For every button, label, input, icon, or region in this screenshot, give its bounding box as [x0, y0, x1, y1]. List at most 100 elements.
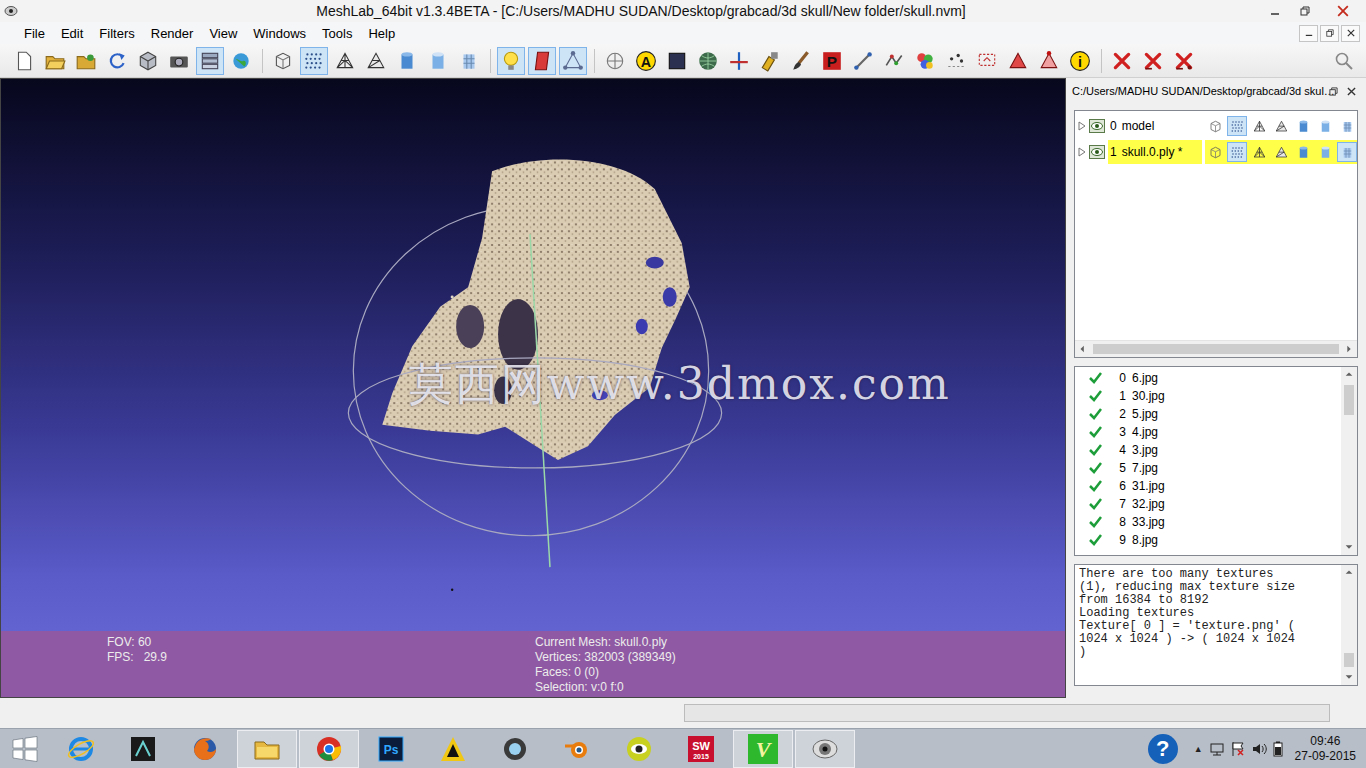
check-icon[interactable]	[1089, 516, 1102, 528]
render-mode-button[interactable]	[1249, 142, 1269, 162]
scroll-thumb[interactable]	[1093, 344, 1339, 354]
check-icon[interactable]	[1089, 426, 1102, 438]
toolbar-button[interactable]	[1108, 47, 1136, 75]
toolbar-button[interactable]	[134, 47, 162, 75]
toolbar-button[interactable]	[1139, 47, 1167, 75]
toolbar-button[interactable]	[196, 47, 224, 75]
toolbar-button[interactable]	[725, 47, 753, 75]
toolbar-button[interactable]	[1035, 47, 1063, 75]
toolbar-button[interactable]	[72, 47, 100, 75]
scene[interactable]: 莫西网www.3dmox.com	[1, 79, 1065, 631]
dock-float-button[interactable]	[1326, 80, 1340, 102]
toolbar-button[interactable]	[528, 47, 556, 75]
raster-row[interactable]: 130.jpg	[1075, 387, 1341, 405]
menu-item[interactable]: Filters	[91, 24, 142, 43]
check-icon[interactable]	[1089, 372, 1102, 384]
taskbar-app[interactable]: Ps	[361, 730, 421, 768]
render-mode-button[interactable]	[1205, 142, 1225, 162]
horizontal-scrollbar[interactable]	[1075, 340, 1357, 357]
toolbar-button[interactable]	[787, 47, 815, 75]
taskbar-app[interactable]	[51, 730, 111, 768]
toolbar-button[interactable]	[694, 47, 722, 75]
show-hidden-icons-button[interactable]: ▲	[1194, 744, 1203, 754]
toolbar-button[interactable]	[601, 47, 629, 75]
render-mode-button[interactable]	[1293, 116, 1313, 136]
mesh-view[interactable]	[1, 79, 1065, 631]
taskbar-app[interactable]	[795, 730, 855, 768]
viewport[interactable]: 莫西网www.3dmox.comFOV: 60FPS: 29.9Current …	[0, 78, 1066, 698]
vertical-scrollbar[interactable]	[1341, 367, 1357, 555]
check-icon[interactable]	[1089, 462, 1102, 474]
render-mode-button[interactable]	[1271, 142, 1291, 162]
render-mode-button[interactable]	[1337, 116, 1357, 136]
toolbar-button[interactable]	[165, 47, 193, 75]
search-button[interactable]	[1330, 47, 1358, 75]
help-button[interactable]: ?	[1148, 734, 1178, 764]
check-icon[interactable]	[1089, 444, 1102, 456]
doc-minimize-button[interactable]	[1299, 25, 1318, 42]
toolbar-button[interactable]	[41, 47, 69, 75]
check-icon[interactable]	[1089, 408, 1102, 420]
toolbar-button[interactable]	[497, 47, 525, 75]
render-mode-button[interactable]	[1205, 116, 1225, 136]
clock[interactable]: 09:4627-09-2015	[1289, 734, 1356, 764]
toolbar-button[interactable]	[300, 47, 328, 75]
toolbar-button[interactable]	[756, 47, 784, 75]
toolbar-button[interactable]	[424, 47, 452, 75]
toolbar-button[interactable]	[973, 47, 1001, 75]
raster-row[interactable]: 25.jpg	[1075, 405, 1341, 423]
expand-icon[interactable]	[1078, 121, 1086, 131]
menu-item[interactable]: Edit	[53, 24, 91, 43]
layer-name-cell[interactable]: 1skull.0.ply *	[1108, 140, 1202, 164]
dock-close-button[interactable]	[1344, 80, 1358, 102]
minimize-button[interactable]	[1260, 0, 1290, 22]
toolbar-button[interactable]	[1004, 47, 1032, 75]
toolbar-button[interactable]	[1170, 47, 1198, 75]
toolbar-button[interactable]	[227, 47, 255, 75]
taskbar-app[interactable]	[237, 730, 297, 768]
taskbar-app[interactable]	[485, 730, 545, 768]
menu-item[interactable]: File	[16, 24, 53, 43]
raster-row[interactable]: 833.jpg	[1075, 513, 1341, 531]
toolbar-button[interactable]	[849, 47, 877, 75]
toolbar-button[interactable]	[269, 47, 297, 75]
raster-row[interactable]: 732.jpg	[1075, 495, 1341, 513]
render-mode-button[interactable]	[1315, 142, 1335, 162]
raster-row[interactable]: 06.jpg	[1075, 369, 1341, 387]
render-mode-button[interactable]	[1293, 142, 1313, 162]
raster-row[interactable]: 43.jpg	[1075, 441, 1341, 459]
layer-row[interactable]: 1skull.0.ply *	[1075, 139, 1357, 165]
scroll-down-button[interactable]	[1341, 669, 1357, 685]
scroll-right-button[interactable]	[1341, 341, 1357, 357]
toolbar-button[interactable]	[559, 47, 587, 75]
taskbar-app[interactable]	[547, 730, 607, 768]
menu-item[interactable]: Render	[143, 24, 202, 43]
raster-row[interactable]: 34.jpg	[1075, 423, 1341, 441]
close-button[interactable]	[1320, 0, 1366, 22]
scroll-thumb[interactable]	[1344, 653, 1354, 667]
toolbar-button[interactable]	[880, 47, 908, 75]
render-mode-button[interactable]	[1227, 142, 1247, 162]
layer-name-cell[interactable]: 0model	[1108, 114, 1202, 138]
render-mode-button[interactable]	[1249, 116, 1269, 136]
action-center-flag-icon[interactable]	[1231, 741, 1245, 757]
toolbar-button[interactable]	[103, 47, 131, 75]
toolbar-button[interactable]	[393, 47, 421, 75]
check-icon[interactable]	[1089, 390, 1102, 402]
start-button[interactable]	[0, 729, 50, 768]
menu-item[interactable]: View	[201, 24, 245, 43]
taskbar-app[interactable]: V	[733, 730, 793, 768]
scroll-left-button[interactable]	[1075, 341, 1091, 357]
raster-row[interactable]: 631.jpg	[1075, 477, 1341, 495]
layer-row[interactable]: 0model	[1075, 113, 1357, 139]
taskbar-app[interactable]	[175, 730, 235, 768]
menu-item[interactable]: Windows	[245, 24, 314, 43]
restore-button[interactable]	[1290, 0, 1320, 22]
toolbar-button[interactable]	[663, 47, 691, 75]
taskbar-app[interactable]: SW2015	[671, 730, 731, 768]
check-icon[interactable]	[1089, 480, 1102, 492]
scroll-up-button[interactable]	[1341, 565, 1357, 581]
network-icon[interactable]	[1209, 741, 1225, 757]
toolbar-button[interactable]	[362, 47, 390, 75]
taskbar-app[interactable]	[609, 730, 669, 768]
